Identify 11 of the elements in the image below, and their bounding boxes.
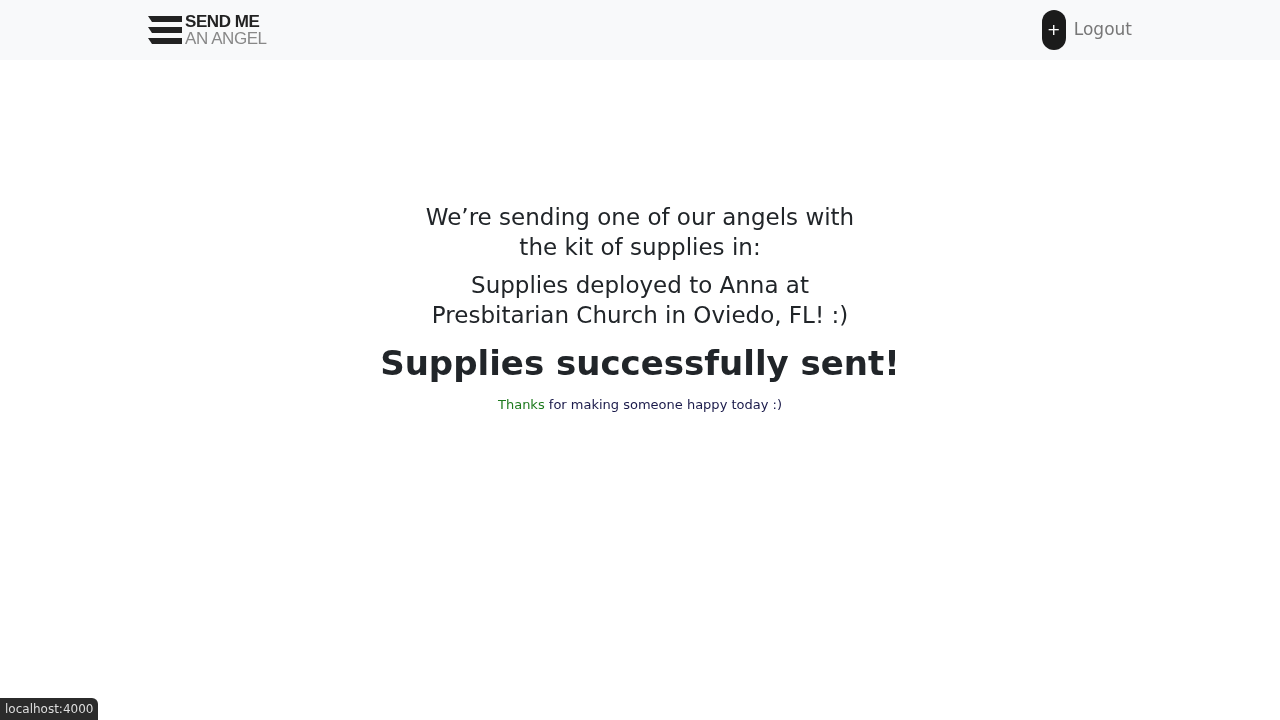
stripes-icon: [148, 15, 182, 45]
deployment-text: Supplies deployed to Anna at Presbitarian Church in Oviedo, FL! :): [430, 271, 850, 330]
logo-title: SEND ME: [185, 13, 261, 30]
status-url: localhost:4000: [0, 698, 99, 720]
intro-text: We’re sending one of our angels with the kit of supplies in:: [424, 203, 856, 262]
success-heading: Supplies successfully sent!: [380, 342, 900, 385]
logo-subtitle: AN ANGEL: [185, 30, 267, 47]
logout-link[interactable]: Logout: [1073, 17, 1132, 43]
logo[interactable]: SEND ME AN ANGEL: [148, 13, 267, 47]
add-button[interactable]: +: [1041, 10, 1066, 50]
thanks-text: Thanks for making someone happy today :): [498, 396, 782, 414]
